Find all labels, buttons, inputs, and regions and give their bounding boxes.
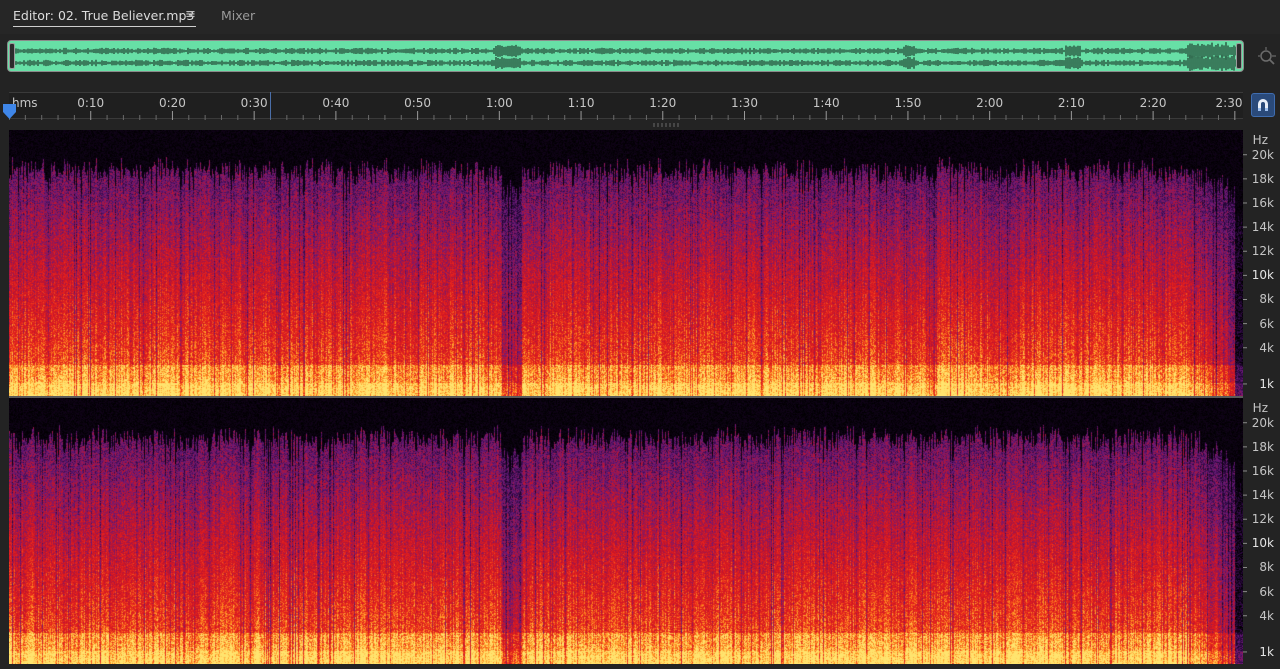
frequency-label: 6k	[1259, 584, 1274, 599]
channel-right-spectrogram[interactable]	[9, 398, 1243, 664]
overview-waveform[interactable]	[7, 40, 1244, 72]
timeline-ruler[interactable]: hms 0:10 0:20 0:30 0:40 0:50 1:00 1:10 1:20 1:30…	[9, 92, 1243, 120]
frequency-label: 8k	[1259, 560, 1274, 575]
frequency-scale-left: Hz 20k 18k 16k 14k 12k 10k 8k 6k 4k 1k	[1243, 130, 1280, 396]
timeline-ticks	[9, 111, 1236, 120]
magnet-icon	[1258, 99, 1268, 111]
tab-editor[interactable]: Editor: 02. True Believer.mp3	[13, 8, 194, 23]
frequency-label: 10k	[1251, 536, 1274, 551]
panel-tab-bar: Editor: 02. True Believer.mp3 ≡ Mixer	[0, 0, 1280, 34]
frequency-label: 16k	[1251, 463, 1274, 478]
frequency-label: 18k	[1251, 171, 1274, 186]
panel-resize-grip[interactable]	[653, 123, 681, 127]
frequency-label: 6k	[1259, 316, 1274, 331]
frequency-label: 16k	[1251, 195, 1274, 210]
frequency-scale-right: Hz 20k 18k 16k 14k 12k 10k 8k 6k 4k 1k	[1243, 398, 1280, 664]
active-tab-underline	[13, 26, 196, 27]
overview-right-handle[interactable]	[1236, 43, 1242, 69]
overview-waveform-lane	[15, 42, 1237, 60]
tab-mixer[interactable]: Mixer	[221, 8, 255, 23]
overview-left-handle[interactable]	[9, 43, 15, 69]
frequency-label: 14k	[1251, 220, 1274, 235]
frequency-label: 20k	[1251, 147, 1274, 162]
spectrogram-canvas-right	[9, 398, 1243, 664]
overview-waveform-lane	[15, 54, 1237, 71]
spectral-frequency-display[interactable]	[9, 130, 1243, 664]
frequency-label: 8k	[1259, 292, 1274, 307]
frequency-label: 14k	[1251, 488, 1274, 503]
frequency-label: 4k	[1259, 608, 1274, 623]
frequency-label: 12k	[1251, 512, 1274, 527]
overview-waveform-graphic	[15, 42, 1237, 71]
frequency-scale-ticks	[1243, 154, 1247, 385]
frequency-scale-ticks	[1243, 422, 1247, 653]
snap-toggle-button[interactable]	[1251, 93, 1275, 117]
current-time-indicator[interactable]	[270, 92, 271, 119]
frequency-label: 12k	[1251, 244, 1274, 259]
playhead-marker-icon[interactable]	[3, 104, 16, 119]
hamburger-menu-icon[interactable]: ≡	[185, 7, 196, 22]
frequency-label: 1k	[1259, 376, 1274, 391]
frequency-label: 4k	[1259, 340, 1274, 355]
zoom-navigator-icon[interactable]	[1257, 46, 1277, 66]
frequency-label: 10k	[1251, 268, 1274, 283]
frequency-label: 18k	[1251, 439, 1274, 454]
spectrogram-canvas-left	[9, 130, 1243, 396]
frequency-label: 1k	[1259, 644, 1274, 659]
channel-left-spectrogram[interactable]	[9, 130, 1243, 396]
frequency-label: 20k	[1251, 415, 1274, 430]
